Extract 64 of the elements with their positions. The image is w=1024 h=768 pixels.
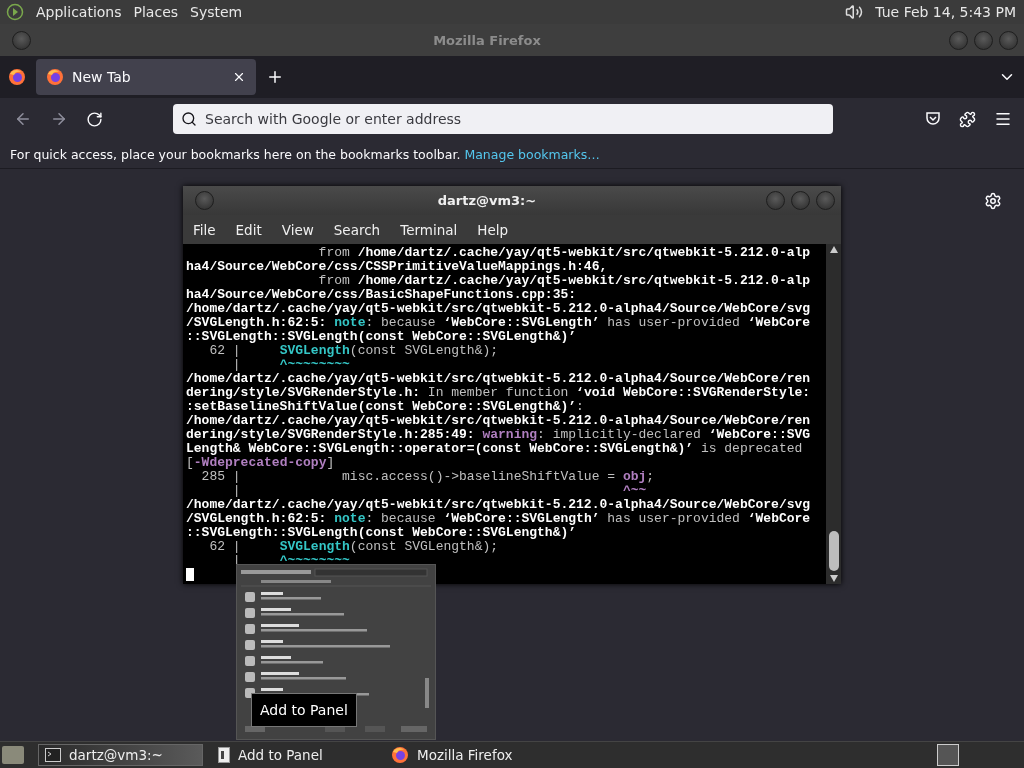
address-field[interactable]: Search with Google or enter address [173, 104, 833, 134]
terminal-line: dering/style/SVGRenderStyle.h: In member function ‘void WebCore::SVGRenderStyle: [186, 386, 812, 400]
terminal-line: /home/dartz/.cache/yay/qt5-webkit/src/qtwebkit-5.212.0-alpha4/Source/WebCore/svg [186, 498, 812, 512]
forward-icon[interactable] [50, 110, 68, 128]
manage-bookmarks-link[interactable]: Manage bookmarks… [464, 146, 600, 162]
scrollbar[interactable] [826, 244, 841, 584]
terminal-line: ::SVGLength::SVGLength(const WebCore::SVGLength&)’ [186, 330, 578, 344]
terminal-line: ha4/Source/WebCore/css/BasicShapeFunctions.cpp:35: [186, 288, 578, 302]
window-icon [218, 747, 230, 763]
terminal-line: 62 | SVGLength(const SVGLength&); [208, 344, 500, 358]
menu-icon[interactable] [994, 110, 1012, 128]
puzzle-icon[interactable] [959, 110, 976, 128]
terminal-line: from /home/dartz/.cache/yay/qt5-webkit/src/qtwebkit-5.212.0-alp [317, 274, 812, 288]
firefox-icon [46, 68, 64, 86]
pocket-icon[interactable] [925, 111, 941, 127]
panel-menu[interactable]: Places [133, 4, 179, 20]
panel-menu[interactable]: Applications [36, 4, 122, 20]
browser-tab[interactable]: New Tab [36, 59, 256, 95]
terminal-line: ::SVGLength::SVGLength(const WebCore::SVGLength&)’ [186, 526, 578, 540]
terminal-line: 62 | SVGLength(const SVGLength&); [208, 540, 500, 554]
terminal-line: | ^~~ [231, 484, 648, 498]
menu-item[interactable]: File [193, 221, 216, 238]
terminal-line: /home/dartz/.cache/yay/qt5-webkit/src/qtwebkit-5.212.0-alpha4/Source/WebCore/svg [186, 302, 812, 316]
new-tab-icon[interactable] [266, 68, 284, 86]
settings-icon[interactable] [984, 192, 1002, 210]
scroll-thumb[interactable] [828, 531, 839, 571]
speaker-icon[interactable] [845, 3, 864, 21]
window-title: dartz@vm3:~ [436, 193, 538, 208]
terminal-line: :setBaselineShiftValue(const WebCore::SVGLength&)’: [186, 400, 585, 414]
terminal-line: /SVGLength.h:62:5: note: because ‘WebCore::SVGLength’ has user-provided ‘WebCore [186, 512, 812, 526]
tooltip: Add to Panel [251, 693, 357, 727]
scroll-up-icon[interactable] [829, 246, 838, 253]
clock: Tue Feb 14, 5:43 PM [875, 4, 1016, 20]
workspace-switcher[interactable] [937, 744, 959, 766]
menu-item[interactable]: Edit [235, 221, 262, 238]
terminal-line: /home/dartz/.cache/yay/qt5-webkit/src/qtwebkit-5.212.0-alpha4/Source/WebCore/ren [186, 414, 812, 428]
terminal-line: Length& WebCore::SVGLength::operator=(const WebCore::SVGLength&)’ is deprecated [186, 442, 804, 456]
panel-menu[interactable]: System [190, 4, 243, 20]
scroll-down-icon[interactable] [829, 575, 838, 582]
bookmarks-message: For quick access, place your bookmarks here on the bookmarks toolbar. [10, 146, 461, 162]
firefox-icon [391, 746, 409, 764]
taskbar-button[interactable]: Add to Panel [211, 744, 376, 766]
menu-item[interactable]: Terminal [400, 221, 458, 238]
terminal-icon [45, 748, 61, 762]
reload-icon[interactable] [86, 110, 103, 128]
terminal-line: /home/dartz/.cache/yay/qt5-webkit/src/qtwebkit-5.212.0-alpha4/Source/WebCore/ren [186, 372, 812, 386]
terminal-line: ha4/Source/WebCore/css/CSSPrimitiveValueMappings.h:46, [186, 260, 609, 274]
terminal-line: 285 | misc.access()->baselineShiftValue = obj; [200, 470, 656, 484]
taskbar-button[interactable]: dartz@vm3:~ [38, 744, 203, 766]
close-icon[interactable] [232, 70, 246, 84]
terminal-line: from /home/dartz/.cache/yay/qt5-webkit/src/qtwebkit-5.212.0-alp [317, 246, 812, 260]
taskbar-button[interactable]: Mozilla Firefox [384, 744, 549, 766]
text-cursor [186, 568, 194, 581]
back-icon[interactable] [14, 110, 32, 128]
menu-item[interactable]: Search [333, 221, 381, 238]
terminal-line: | ^~~~~~~~~ [231, 358, 351, 372]
terminal-line: /SVGLength.h:62:5: note: because ‘WebCore::SVGLength’ has user-provided ‘WebCore [186, 316, 812, 330]
menu-item[interactable]: View [281, 221, 314, 238]
terminal-line: dering/style/SVGRenderStyle.h:285:49: warning: implicitly-declared ‘WebCore::SVG [186, 428, 812, 442]
terminal-line: [-Wdeprecated-copy] [186, 456, 336, 470]
menu-item[interactable]: Help [477, 221, 509, 238]
logo-icon[interactable] [6, 3, 24, 21]
firefox-icon [8, 68, 26, 86]
window-title: Mozilla Firefox [432, 32, 542, 48]
